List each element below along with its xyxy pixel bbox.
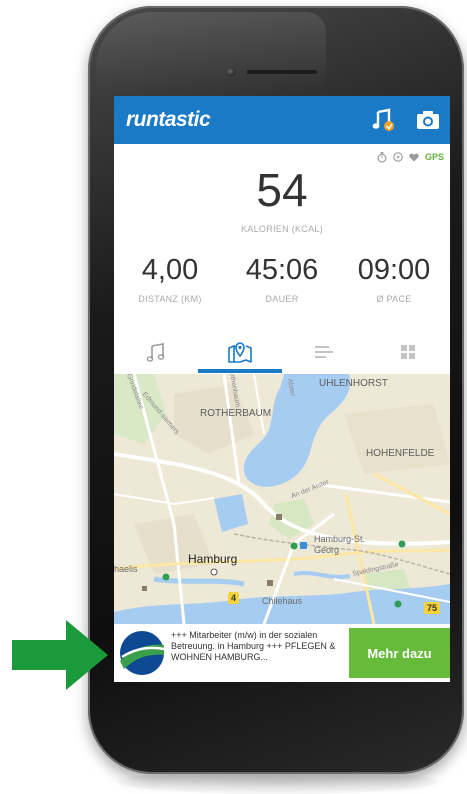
- map-canvas: [114, 374, 450, 624]
- tab-selected-indicator: [198, 369, 282, 373]
- ad-more-button[interactable]: Mehr dazu: [349, 628, 450, 678]
- camera-icon: [417, 111, 439, 129]
- distance-stat: 4,00 DISTANZ (KM): [114, 254, 226, 304]
- earpiece-speaker: [246, 69, 318, 75]
- sensor-status-row: GPS: [377, 150, 444, 164]
- tab-grid[interactable]: [366, 330, 450, 374]
- pace-stat: 09:00 Ø PACE: [338, 254, 450, 304]
- compass-icon: [393, 152, 403, 162]
- ad-text: +++ Mitarbeiter (m/w) in der sozialen Be…: [171, 630, 336, 662]
- road-shield-75: 75: [424, 602, 441, 614]
- map-label-hamburg: Hamburg: [188, 552, 238, 566]
- session-tabs: [114, 330, 450, 374]
- phone-shine: [96, 12, 326, 92]
- duration-label: DAUER: [265, 294, 299, 304]
- map-label-rotherbaum: ROTHERBAUM: [200, 408, 272, 419]
- map-label-chilehaus: Chilehaus: [262, 596, 303, 606]
- map-label-uhlenhorst: UHLENHORST: [319, 378, 388, 389]
- duration-value: 45:06: [245, 254, 319, 286]
- front-camera: [226, 67, 236, 77]
- camera-button[interactable]: [415, 107, 441, 133]
- gps-status: GPS: [424, 152, 444, 162]
- map-label-michaelis: haelis: [114, 564, 138, 574]
- duration-stat: 45:06 DAUER: [226, 254, 338, 304]
- arrow-right-icon: [12, 620, 108, 690]
- stopwatch-icon: [377, 151, 387, 163]
- ad-banner[interactable]: +++ Mitarbeiter (m/w) in der sozialen Be…: [114, 624, 450, 682]
- tab-music[interactable]: [114, 330, 198, 374]
- heart-icon: [409, 153, 419, 161]
- pace-value: 09:00: [357, 254, 431, 286]
- distance-label: DISTANZ (KM): [138, 294, 202, 304]
- advertiser-logo: [118, 629, 166, 677]
- app-bar: runtastic: [114, 96, 450, 144]
- calories-value: 54: [256, 164, 308, 216]
- calories-label: KALORIEN (KCAL): [240, 224, 324, 234]
- runtastic-logo: runtastic: [126, 108, 211, 131]
- grid-icon: [401, 345, 415, 359]
- pace-label: Ø PACE: [376, 294, 412, 304]
- distance-value: 4,00: [141, 254, 199, 286]
- road-shield-4: 4: [228, 592, 240, 604]
- list-icon: [315, 346, 333, 358]
- music-button[interactable]: [370, 106, 398, 134]
- route-map[interactable]: UHLENHORST ROTHERBAUM HOHENFELDE Hamburg…: [114, 374, 450, 624]
- map-label-hohenfelde: HOHENFELDE: [366, 448, 435, 459]
- music-note-icon: [372, 108, 394, 131]
- tab-list[interactable]: [282, 330, 366, 374]
- music-icon: [146, 343, 165, 362]
- map-label-hamburg-st-georg: Hamburg-St. Georg: [314, 534, 366, 555]
- map-pin-icon: [228, 342, 252, 363]
- tab-map[interactable]: [198, 330, 282, 374]
- app-screen: runtastic GPS 54 KALORIEN (KCAL) 4,00 DI…: [114, 96, 450, 682]
